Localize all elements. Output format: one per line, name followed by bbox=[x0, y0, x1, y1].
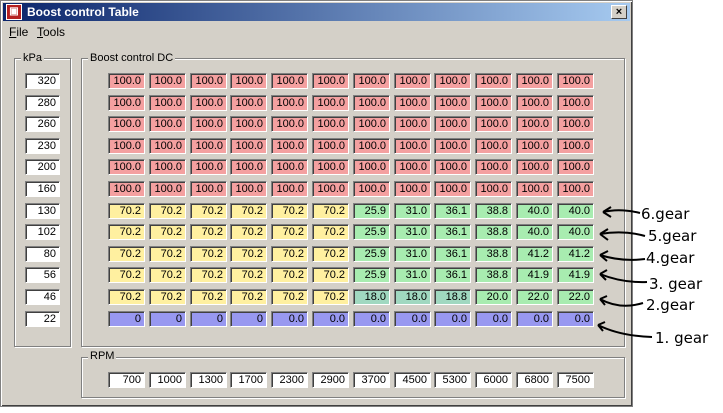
arrow-1-gear bbox=[597, 321, 653, 338]
arrow-4-gear bbox=[599, 250, 646, 262]
arrow-2-gear bbox=[599, 295, 644, 307]
gear-label-1: 1. gear bbox=[655, 329, 709, 347]
gear-label-3: 3. gear bbox=[649, 275, 703, 293]
arrow-6-gear bbox=[602, 206, 641, 218]
arrow-5-gear bbox=[599, 228, 646, 241]
gear-label-4: 4.gear bbox=[646, 249, 695, 267]
gear-annotations bbox=[597, 206, 653, 338]
gear-label-2: 2.gear bbox=[646, 296, 695, 314]
gear-label-5: 5.gear bbox=[648, 227, 697, 245]
gear-label-6: 6.gear bbox=[641, 205, 690, 223]
arrow-3-gear bbox=[599, 269, 648, 284]
